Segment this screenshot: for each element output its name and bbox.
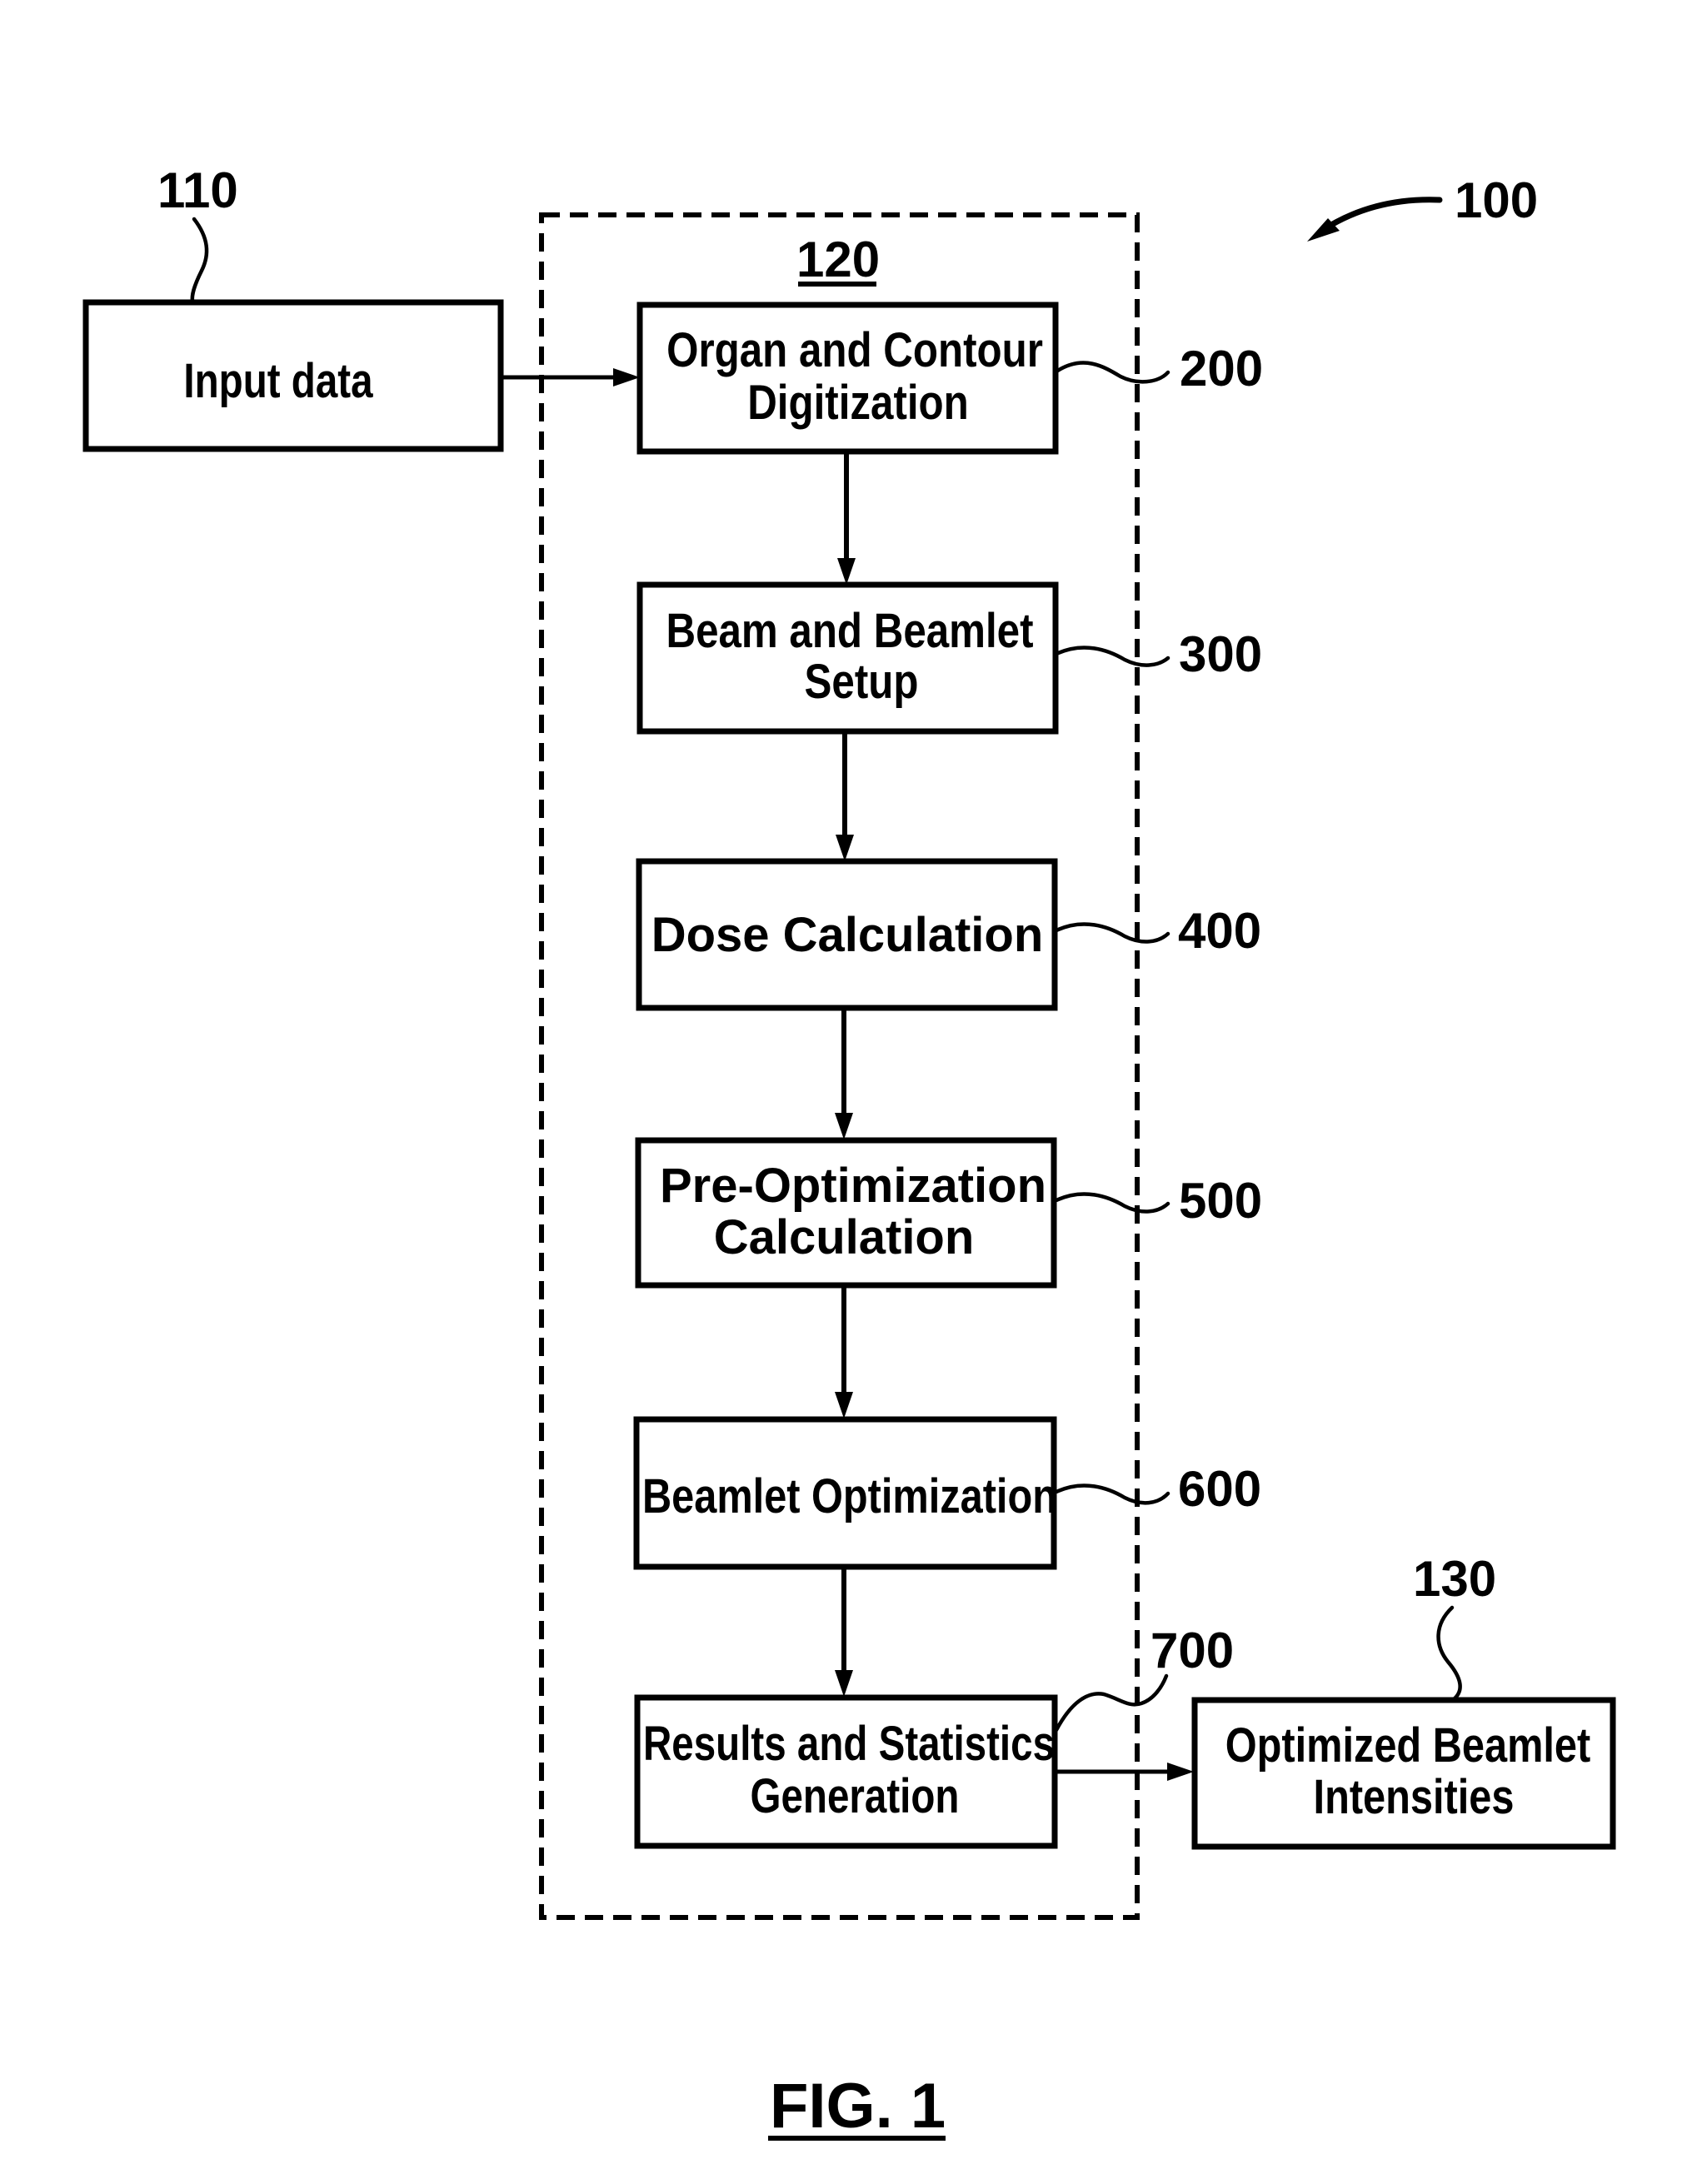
ref-700-leader xyxy=(1054,1673,1169,1733)
step-500-line-2: Calculation xyxy=(714,1210,975,1264)
step-500-line-1: Pre-Optimization xyxy=(660,1159,1046,1213)
flowchart-diagram: 100 120 110 Input data Organ and Contour… xyxy=(82,162,1616,2142)
ref-130-label: 130 xyxy=(1413,1551,1496,1607)
ref-100-label: 100 xyxy=(1455,172,1538,228)
ref-300-label: 300 xyxy=(1179,626,1262,682)
arrow-300-to-400-head-icon xyxy=(836,835,854,861)
step-600-line-1: Beamlet Optimization xyxy=(642,1470,1057,1523)
step-300-line-1: Beam and Beamlet xyxy=(666,604,1033,658)
arrow-600-to-700-head-icon xyxy=(835,1670,853,1697)
ref-600-leader xyxy=(1054,1483,1170,1505)
ref-130-leader xyxy=(1436,1605,1462,1702)
arrow-400-to-500-head-icon xyxy=(835,1113,853,1139)
arrow-input-to-200-head-icon xyxy=(613,368,640,386)
arrow-200-to-300-head-icon xyxy=(837,558,856,585)
ref-400-leader xyxy=(1054,922,1170,944)
ref-500-label: 500 xyxy=(1179,1173,1262,1229)
ref-100-arrow xyxy=(1317,197,1443,235)
output-line-1: Optimized Beamlet xyxy=(1225,1719,1591,1773)
ref-700-label: 700 xyxy=(1150,1623,1234,1678)
ref-110-leader xyxy=(190,217,209,304)
step-400-line-1: Dose Calculation xyxy=(651,908,1044,962)
ref-120-label: 120 xyxy=(796,232,880,287)
step-700-line-2: Generation xyxy=(751,1770,960,1824)
ref-110-label: 110 xyxy=(157,162,238,218)
arrow-700-to-output-head-icon xyxy=(1167,1763,1194,1781)
step-300-line-2: Setup xyxy=(805,655,919,709)
ref-200-label: 200 xyxy=(1180,341,1263,396)
ref-500-leader xyxy=(1054,1192,1170,1214)
step-200-line-2: Digitization xyxy=(747,376,969,430)
figure-caption: FIG. 1 xyxy=(770,2071,946,2142)
process-boundary-120 xyxy=(539,212,1140,1920)
arrow-500-to-600-head-icon xyxy=(835,1392,853,1419)
ref-600-label: 600 xyxy=(1178,1461,1261,1517)
input-data-label: Input data xyxy=(183,355,373,409)
ref-300-leader xyxy=(1054,646,1170,667)
output-line-2: Intensities xyxy=(1314,1771,1515,1824)
step-700-line-1: Results and Statistics xyxy=(643,1718,1055,1772)
step-200-line-1: Organ and Contour xyxy=(666,323,1043,377)
ref-400-label: 400 xyxy=(1178,903,1261,959)
ref-200-leader xyxy=(1054,361,1170,384)
